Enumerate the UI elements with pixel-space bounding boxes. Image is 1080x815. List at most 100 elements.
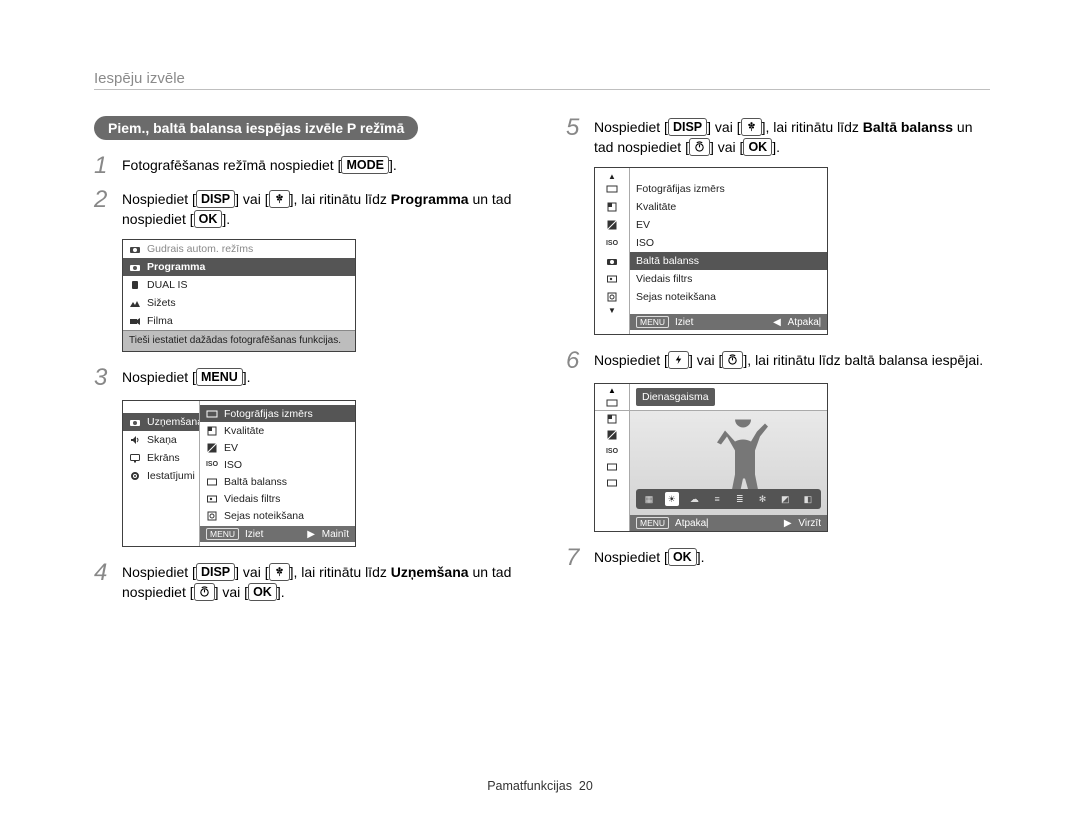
s7-b: ]. [697, 549, 705, 565]
step1-text-b: ]. [389, 157, 397, 173]
menu2-left-settings: Iestatījumi [123, 467, 199, 485]
shooting-menu-screenshot: ▲ ISO ▼ Fotogrāfijas izmērs Kvalitāte EV… [594, 167, 828, 335]
menu2-left-label: Iestatījumi [147, 470, 195, 482]
step1-text-a: Fotografēšanas režīmā nospiediet [ [122, 157, 341, 173]
flower-icon [269, 190, 290, 208]
scene-icon [129, 297, 141, 309]
flower-icon [269, 563, 290, 581]
camera-icon [129, 243, 141, 255]
iso-icon: ISO [206, 459, 218, 471]
menuR-label: Sejas noteikšana [636, 291, 716, 303]
filter-icon [606, 273, 618, 285]
step-7: 7 Nospiediet [OK]. [566, 546, 990, 570]
step2-e: ]. [222, 211, 230, 227]
camera-p-icon [129, 261, 141, 273]
wb-opt-auto: ▦ [642, 492, 656, 506]
page-footer: Pamatfunkcijas 20 [0, 779, 1080, 793]
menuR-label: Fotogrāfijas izmērs [636, 183, 725, 195]
timer-icon [689, 138, 710, 156]
menu2-right-label: EV [224, 442, 238, 454]
menu2-bottombar: MENUIziet ▶ Mainīt [200, 526, 355, 542]
wb-icon [206, 476, 218, 488]
size-icon [606, 397, 618, 409]
ok-button-label: OK [194, 210, 223, 228]
mode-menu-screenshot: Gudrais autom. režīms Programma DUAL IS … [122, 239, 356, 352]
s5-bb: Baltā balanss [863, 119, 953, 135]
wb-opt-fluor-h: ≡ [710, 492, 724, 506]
disp-button-label: DISP [196, 563, 235, 581]
s4-f: ]. [277, 584, 285, 600]
face-icon [606, 291, 618, 303]
timer-icon [722, 351, 743, 369]
wb-current-label: Dienasgaisma [636, 388, 715, 406]
menu2-left-display: Ekrāns [123, 449, 199, 467]
wb-opt-daylight: ☀ [665, 492, 679, 506]
left-column: Piem., baltā balansa iespējas izvēle P r… [94, 116, 518, 612]
ok-button-label: OK [248, 583, 277, 601]
step-3: 3 Nospiediet [MENU]. [94, 366, 518, 390]
s4-c: ], lai ritinātu līdz [290, 564, 391, 580]
menu2-right-label: Sejas noteikšana [224, 510, 304, 522]
menu2-right-label: Viedais filtrs [224, 493, 280, 505]
ok-button-label: OK [743, 138, 772, 156]
wb-icon [606, 461, 618, 473]
menu-button-label: MENU [196, 368, 243, 386]
step3-b: ]. [243, 369, 251, 385]
menuR-label: ISO [636, 237, 654, 249]
s5-b: ] vai [ [707, 119, 740, 135]
menu2-right-6: Sejas noteikšana [200, 507, 355, 524]
step2-b: ] vai [ [235, 191, 268, 207]
menu2-right-2: EV [200, 439, 355, 456]
menuR-label: Baltā balanss [636, 255, 699, 267]
filter-icon [206, 493, 218, 505]
menuR-label: Kvalitāte [636, 201, 676, 213]
wb-bottombar: MENUAtpakaļ ▶ Virzīt [630, 515, 827, 531]
left-glyph: ◀ [773, 317, 781, 328]
wb-opt-measure: ◧ [801, 492, 815, 506]
s6-a: Nospiediet [ [594, 352, 668, 368]
up-arrow-icon: ▲ [608, 386, 616, 395]
back-label: Atpakaļ [675, 518, 708, 529]
menu1-item-dualis: DUAL IS [123, 276, 355, 294]
right-column: 5 Nospiediet [DISP] vai [], lai ritinātu… [566, 116, 990, 612]
s5-a: Nospiediet [ [594, 119, 668, 135]
s6-c: ], lai ritinātu līdz baltā balansa iespē… [743, 352, 983, 368]
wb-opt-fluor-l: ≣ [733, 492, 747, 506]
menu1-item-scene: Sižets [123, 294, 355, 312]
s4-uzn: Uzņemšana [391, 564, 469, 580]
menu1-description: Tieši iestatiet dažādas fotografēšanas f… [123, 330, 355, 351]
movie-icon [129, 315, 141, 327]
step-number: 7 [566, 546, 590, 570]
menu2-left-sound: Skaņa [123, 431, 199, 449]
menu1-label: Sižets [147, 297, 176, 309]
step-1: 1 Fotografēšanas režīmā nospiediet [MODE… [94, 154, 518, 178]
footer-page: 20 [579, 779, 593, 793]
camera-icon [129, 416, 141, 428]
menu1-item-programma: Programma [123, 258, 355, 276]
display-icon [129, 452, 141, 464]
exit-label: Iziet [245, 529, 263, 540]
filter-icon [606, 477, 618, 489]
menu1-label: Programma [147, 261, 205, 273]
ev-icon [606, 429, 618, 441]
s4-e: ] vai [ [215, 584, 248, 600]
step-2: 2 Nospiediet [DISP] vai [], lai ritinātu… [94, 188, 518, 229]
page-header: Iespēju izvēle [94, 70, 990, 90]
main-menu-screenshot: Uzņemšana Skaņa Ekrāns Iestatījumi Fotog… [122, 400, 356, 547]
menu2-right-label: Kvalitāte [224, 425, 264, 437]
whitebalance-screenshot: ▲ Dienasgaisma ISO [594, 383, 828, 532]
step-number: 2 [94, 188, 118, 212]
down-arrow-icon: ▼ [608, 306, 616, 315]
menu-key-label: MENU [636, 517, 669, 529]
menu-key-label: MENU [636, 316, 669, 328]
menuR-0: Fotogrāfijas izmērs [630, 180, 827, 198]
menu2-left-label: Uzņemšana [147, 416, 203, 428]
s7-a: Nospiediet [ [594, 549, 668, 565]
camera-selected-icon [606, 255, 618, 267]
wb-option-strip: ▦ ☀ ☁ ≡ ≣ ✻ ◩ ◧ [636, 489, 821, 509]
step3-a: Nospiediet [ [122, 369, 196, 385]
wb-opt-cloudy: ☁ [687, 492, 701, 506]
ev-icon [606, 219, 618, 231]
menu1-label: DUAL IS [147, 279, 187, 291]
menu2-left-label: Ekrāns [147, 452, 180, 464]
